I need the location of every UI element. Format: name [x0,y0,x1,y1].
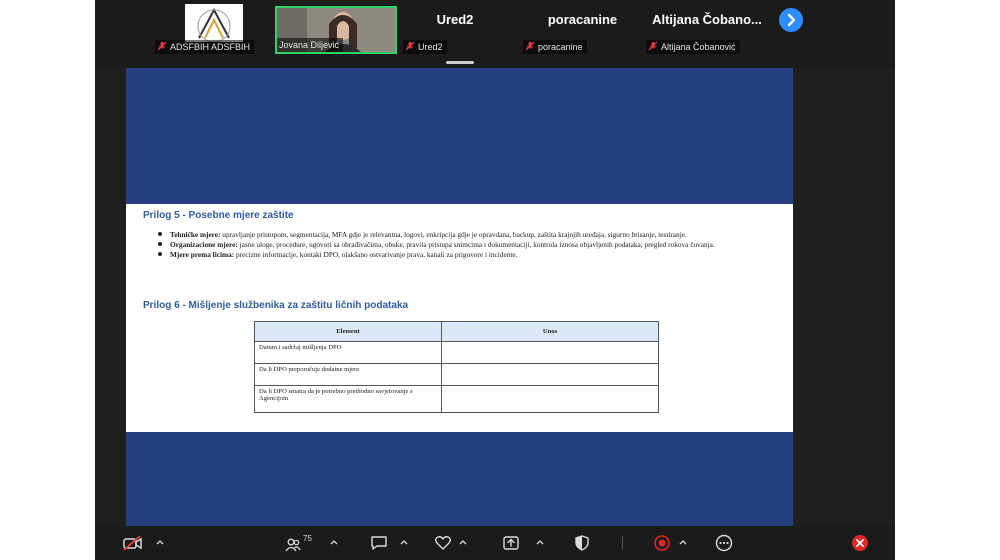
mic-muted-icon [157,41,167,51]
mic-muted-icon [405,41,415,51]
bullet-icon [158,242,162,246]
share-screen-button[interactable] [502,534,520,552]
list-item: Organizacione mjere: jasne uloge, proced… [144,240,774,249]
table-cell: Datum i sadržaj mišljenja DPO [254,341,442,364]
bullet-icon [158,252,162,256]
toolbar-divider [622,536,623,550]
participant-label: Altijana Čobanović [646,40,740,54]
table-cell [441,341,659,364]
table-row: Da li DPO smatra da je potrebno prethodn… [254,385,659,413]
section-6-heading: Prilog 6 - Mišljenje službenika za zašti… [143,300,409,311]
start-video-button[interactable] [122,534,144,552]
close-icon [852,535,868,551]
participants-icon [285,538,301,552]
table-cell: Da li DPO smatra da je potrebno prethodn… [254,385,442,413]
leave-meeting-button[interactable] [851,534,869,552]
mic-muted-icon [525,41,535,51]
chevron-up-icon[interactable] [459,538,467,546]
bullet-icon [158,232,162,236]
participant-video-jovana[interactable]: Jovana Diljević [275,6,397,54]
table-cell [441,363,659,386]
more-icon [715,534,733,552]
more-button[interactable] [714,534,734,552]
chevron-up-icon[interactable] [536,538,544,546]
participant-label: ADSFBIH ADSFBIH [155,40,255,54]
chevron-up-icon[interactable] [156,538,164,546]
participants-button[interactable]: 75 [285,534,312,552]
section-5-heading: Prilog 5 - Posebne mjere zaštite [143,210,294,221]
video-off-icon [123,535,142,551]
participant-label: Jovana Diljević [277,38,344,52]
meeting-window: ADSFBIH ADSFBIH Jovana Diljević Ured2 Ur… [95,0,895,560]
participant-tile-altijana[interactable]: Altijana Čobano... Altijana Čobanović [643,4,771,56]
chat-button[interactable] [370,534,388,552]
dpo-opinion-table: Element Unos Datum i sadržaj mišljenja D… [254,321,659,413]
measures-list: Tehničke mjere: upravljanje pristupom, s… [144,230,774,260]
table-cell [441,385,659,413]
participant-tile-adsfbih[interactable]: ADSFBIH ADSFBIH [150,4,262,56]
strip-drag-handle[interactable] [446,61,474,64]
table-header-cell: Unos [441,321,659,342]
share-screen-icon [503,536,519,550]
chat-icon [371,536,387,550]
security-button[interactable] [573,534,591,552]
participant-tile-ured2[interactable]: Ured2 Ured2 [400,4,510,56]
table-row: Da li DPO preporučuje dodatne mjere [254,363,659,386]
shared-screen: Prilog 5 - Posebne mjere zaštite Tehničk… [126,68,793,526]
shield-icon [575,535,589,551]
reactions-button[interactable] [434,534,452,552]
table-header-cell: Element [254,321,442,342]
participant-count: 75 [303,534,312,543]
table-header-row: Element Unos [254,321,659,342]
organization-logo [185,4,243,42]
heart-icon [435,536,451,550]
participant-label: poracanine [523,40,587,54]
document-page: Prilog 5 - Posebne mjere zaštite Tehničk… [126,204,793,432]
chevron-up-icon[interactable] [679,538,687,546]
record-icon [654,535,670,551]
next-participants-button[interactable] [779,8,803,32]
list-item: Tehničke mjere: upravljanje pristupom, s… [144,230,774,239]
participant-name: Altijana Čobano... [652,12,762,27]
chevron-up-icon[interactable] [400,538,408,546]
record-button[interactable] [653,534,671,552]
chevron-right-icon [787,13,796,27]
participant-tile-poracanine[interactable]: poracanine poracanine [520,4,645,56]
meeting-toolbar: 75 [95,526,895,560]
list-item: Mjere prema licima: precizne informacije… [144,250,774,259]
table-row: Datum i sadržaj mišljenja DPO [254,341,659,364]
participant-name: poracanine [547,12,618,27]
table-cell: Da li DPO preporučuje dodatne mjere [254,363,442,386]
chevron-up-icon[interactable] [330,538,338,546]
participant-strip: ADSFBIH ADSFBIH Jovana Diljević Ured2 Ur… [95,0,895,68]
mic-muted-icon [648,41,658,51]
participant-name: Ured2 [436,12,474,27]
participant-label: Ured2 [403,40,447,54]
